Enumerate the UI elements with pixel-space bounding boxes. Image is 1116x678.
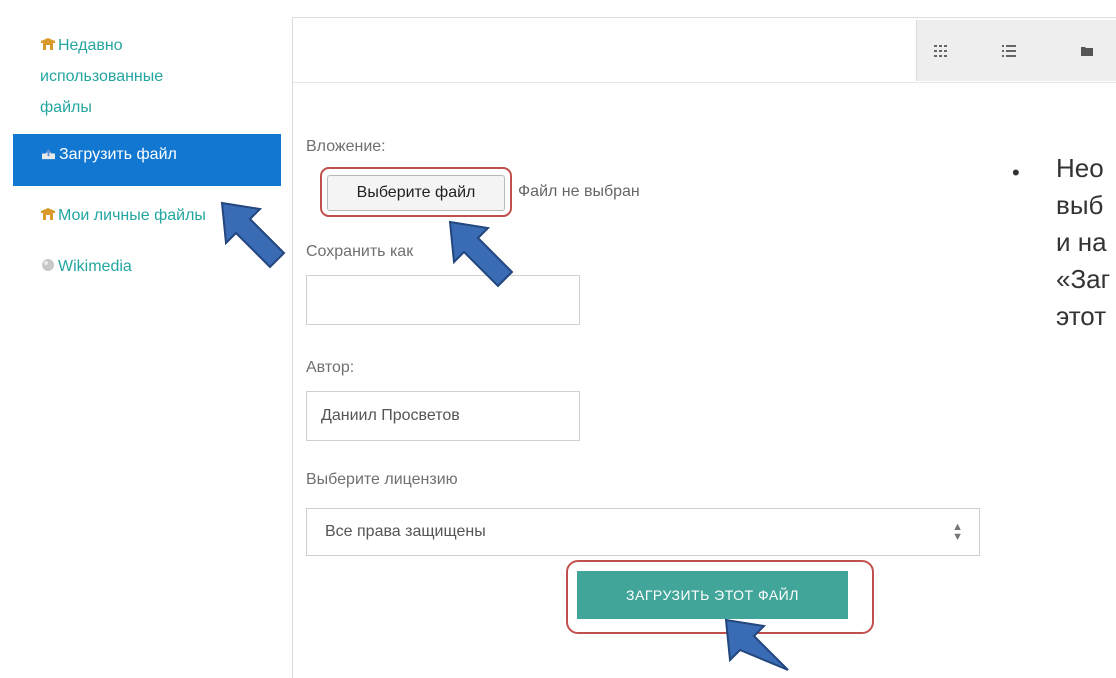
sidebar-item-label: Загрузить файл — [59, 146, 177, 163]
sidebar-item-upload-file[interactable]: Загрузить файл — [13, 134, 281, 186]
wikimedia-icon — [42, 259, 54, 271]
no-file-text: Файл не выбран — [518, 183, 640, 200]
folder-icon — [1081, 46, 1093, 56]
sidebar-item-label: Мои личные файлы — [58, 207, 206, 224]
slide-text-line: выб — [1056, 190, 1104, 220]
file-picker-sidebar: Недавно использованные файлы Загрузить ф… — [0, 0, 285, 672]
author-input[interactable] — [306, 391, 580, 441]
pointer-arrow-icon — [220, 201, 286, 269]
sidebar-item-recent-files[interactable]: Недавно использованные файлы — [40, 30, 163, 123]
sidebar-item-label: Wikimedia — [58, 258, 132, 275]
save-as-label: Сохранить как — [306, 243, 414, 260]
sidebar-item-label: Недавно — [58, 37, 123, 54]
slide-text-line: этот — [1056, 301, 1107, 331]
sidebar-item-label: файлы — [40, 99, 92, 116]
list-view-button[interactable] — [987, 20, 1031, 81]
tree-view-button[interactable] — [1065, 20, 1109, 81]
sidebar-item-wikimedia[interactable]: Wikimedia — [40, 251, 132, 282]
license-select-value: Все права защищены — [325, 523, 486, 540]
sidebar-item-my-files[interactable]: Мои личные файлы — [40, 200, 206, 231]
author-label: Автор: — [306, 359, 355, 376]
slide-text-line: и на — [1056, 227, 1107, 257]
choose-file-button[interactable]: Выберите файл — [327, 175, 505, 211]
icons-view-button[interactable] — [919, 20, 963, 81]
license-label: Выберите лицензию — [306, 471, 458, 488]
view-switcher — [916, 20, 1116, 81]
slide-instruction-text: Нео выб и на «Заг этот — [1056, 150, 1116, 335]
pointer-arrow-icon — [724, 618, 789, 671]
sidebar-item-label-wrap: Загрузить файл — [41, 146, 177, 164]
select-arrows-icon: ▲ ▼ — [952, 521, 963, 543]
sidebar-item-label: использованные — [40, 68, 164, 85]
attachment-label: Вложение: — [306, 138, 386, 155]
slide-text-line: «Заг — [1056, 264, 1111, 294]
license-select[interactable]: Все права защищены ▲ ▼ — [306, 508, 980, 556]
folder-icon — [41, 38, 55, 50]
list-icon — [1002, 44, 1016, 57]
folder-icon — [41, 208, 55, 220]
slide-text-line: Нео — [1056, 153, 1104, 183]
pointer-arrow-icon — [448, 220, 514, 288]
grid-icon — [934, 44, 947, 57]
upload-file-button[interactable]: ЗАГРУЗИТЬ ЭТОТ ФАЙЛ — [577, 571, 848, 619]
slide-bullet: • — [1012, 160, 1020, 185]
upload-icon — [42, 148, 55, 160]
